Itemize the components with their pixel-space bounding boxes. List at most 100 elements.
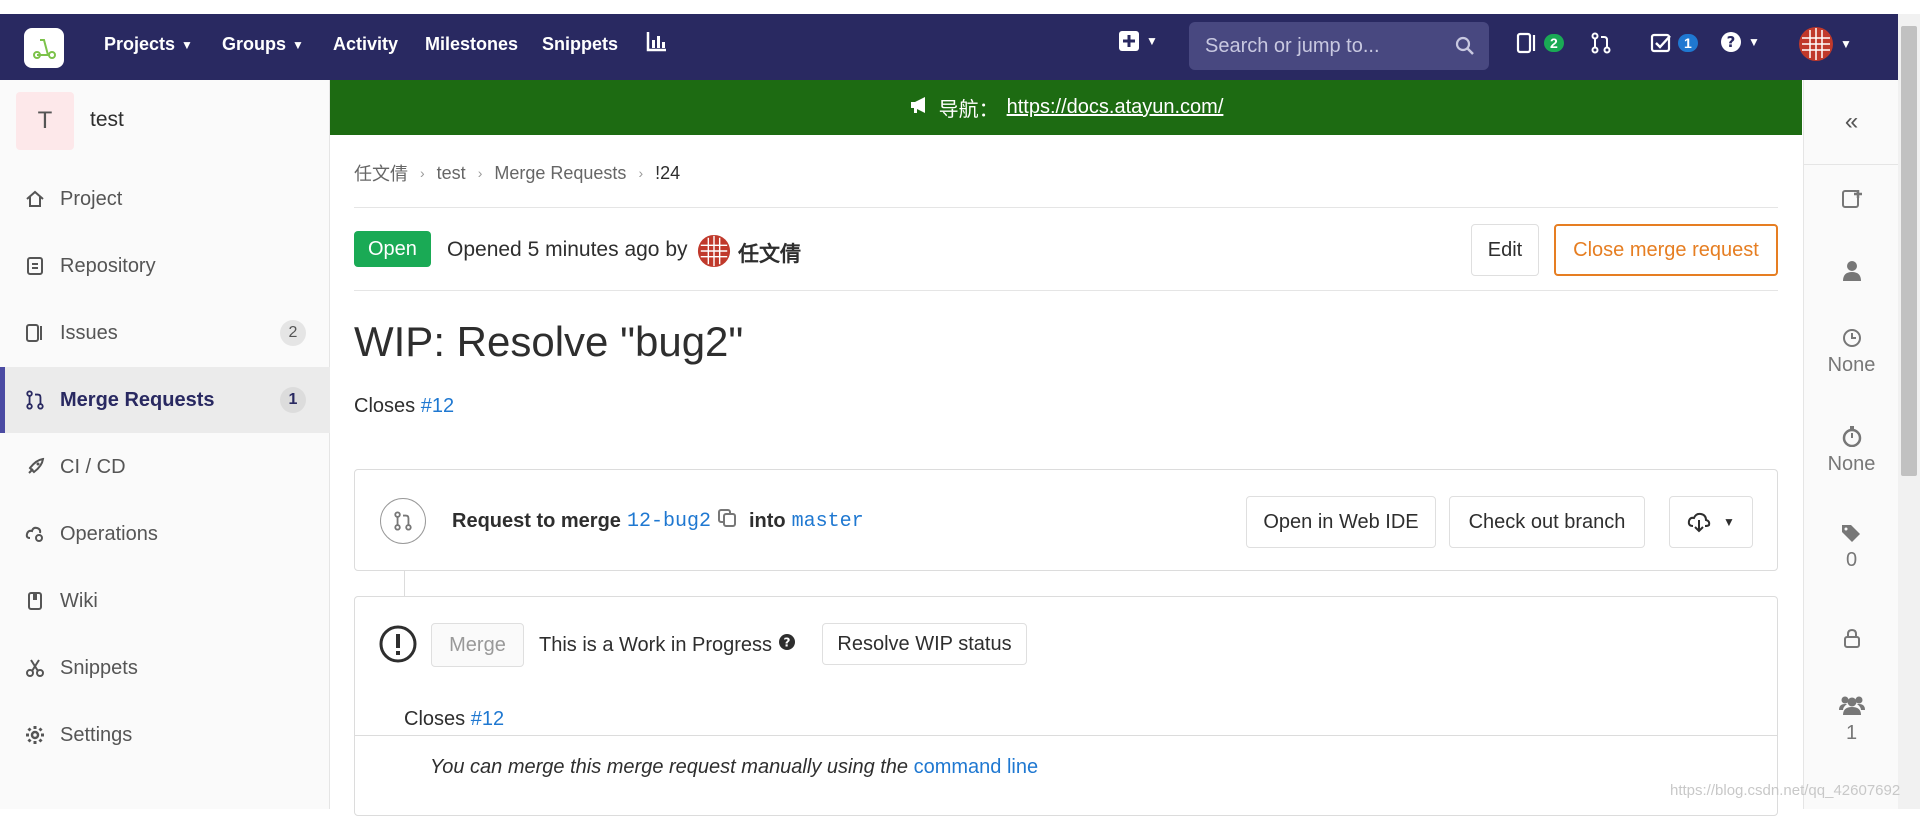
- merge-requests-shortcut[interactable]: [1590, 32, 1612, 54]
- todo-add-icon[interactable]: [1804, 188, 1899, 216]
- breadcrumb-project[interactable]: test: [437, 163, 466, 184]
- project-name[interactable]: test: [90, 108, 124, 132]
- author-avatar[interactable]: [697, 234, 731, 273]
- sidebar-item-label: Issues: [60, 321, 118, 344]
- chevron-down-icon: ▼: [1146, 34, 1158, 48]
- nav-snippets[interactable]: Snippets: [542, 34, 618, 55]
- breadcrumb: 任文倩 › test › Merge Requests › !24: [354, 160, 680, 186]
- stopwatch-icon: [1842, 426, 1861, 448]
- divider: [354, 290, 1778, 291]
- divider: [1804, 164, 1899, 165]
- todo-check-icon: [1650, 33, 1671, 53]
- source-branch[interactable]: 12-bug2: [627, 510, 711, 533]
- sidebar-item-operations[interactable]: Operations: [0, 501, 330, 567]
- closes-label: Closes: [354, 395, 416, 417]
- search-box[interactable]: [1189, 22, 1489, 70]
- nav-activity-label: Activity: [333, 34, 399, 54]
- open-in-web-ide-button[interactable]: Open in Web IDE: [1246, 496, 1436, 548]
- scooter-icon: [33, 39, 56, 59]
- todos-shortcut[interactable]: 1: [1650, 32, 1698, 54]
- page-scrollbar[interactable]: [1898, 14, 1920, 809]
- chevron-right-icon: ›: [420, 165, 425, 181]
- merge-branch-info: Request to merge 12-bug2 into master: [452, 508, 864, 534]
- into-label: into: [748, 509, 786, 532]
- analytics-icon[interactable]: [646, 30, 668, 52]
- author-name[interactable]: 任文倩: [738, 238, 801, 268]
- issues-count-badge: 2: [1544, 34, 1564, 52]
- widget-closes: Closes #12: [404, 708, 504, 731]
- time-tracking-value: None: [1827, 453, 1876, 475]
- milestone-sidebar[interactable]: None: [1804, 328, 1899, 377]
- merge-request-icon: [1591, 32, 1611, 54]
- chevron-right-icon: ›: [638, 165, 644, 181]
- close-merge-request-button[interactable]: Close merge request: [1554, 224, 1778, 276]
- command-line-link[interactable]: command line: [914, 756, 1039, 778]
- check-out-branch-button[interactable]: Check out branch: [1449, 496, 1645, 548]
- svg-text:?: ?: [1727, 33, 1736, 51]
- status-badge: Open: [354, 231, 431, 267]
- users-icon: [1838, 696, 1865, 715]
- sidebar-item-project[interactable]: Project: [0, 166, 330, 232]
- sidebar-item-label: CI / CD: [60, 455, 126, 478]
- book-icon: [24, 590, 46, 612]
- assignee-icon[interactable]: [1804, 260, 1899, 288]
- nav-milestones[interactable]: Milestones: [425, 34, 518, 55]
- copy-icon[interactable]: [717, 508, 737, 534]
- help-dropdown[interactable]: ? ▼: [1720, 31, 1760, 53]
- edit-button[interactable]: Edit: [1471, 224, 1539, 276]
- project-sidebar: T test Project Repository Issues 2 Merge…: [0, 80, 330, 809]
- lock-icon[interactable]: [1804, 628, 1899, 654]
- banner-link[interactable]: https://docs.atayun.com/: [1007, 96, 1224, 119]
- caret-down-icon: ▼: [1723, 515, 1735, 529]
- user-menu[interactable]: ▼: [1798, 26, 1852, 62]
- issues-shortcut[interactable]: 2: [1516, 32, 1564, 54]
- breadcrumb-merge-requests[interactable]: Merge Requests: [494, 163, 626, 184]
- project-avatar[interactable]: T: [16, 92, 74, 150]
- sidebar-item-label: Merge Requests: [60, 388, 215, 411]
- new-item-dropdown[interactable]: ▼: [1118, 30, 1158, 52]
- collapse-sidebar-icon[interactable]: «: [1804, 108, 1899, 136]
- divider: [355, 735, 1777, 736]
- nav-snippets-label: Snippets: [542, 34, 619, 54]
- target-branch[interactable]: master: [792, 510, 864, 533]
- question-circle-icon[interactable]: ?: [778, 633, 796, 657]
- sidebar-item-settings[interactable]: Settings: [0, 702, 330, 768]
- opened-text: Opened 5 minutes ago by: [447, 238, 688, 261]
- closes-label: Closes: [404, 708, 466, 730]
- merge-requests-count: 1: [280, 387, 306, 413]
- manual-merge-hint: You can merge this merge request manuall…: [430, 756, 1038, 779]
- breadcrumb-user[interactable]: 任文倩: [354, 160, 408, 186]
- sidebar-item-wiki[interactable]: Wiki: [0, 568, 330, 634]
- resolve-wip-status-button[interactable]: Resolve WIP status: [822, 623, 1027, 665]
- plus-square-icon: [1119, 31, 1139, 51]
- labels-sidebar[interactable]: 0: [1804, 523, 1899, 572]
- search-input[interactable]: [1203, 33, 1447, 59]
- banner-prefix: 导航：: [938, 99, 999, 121]
- nav-activity[interactable]: Activity: [333, 34, 398, 55]
- gitlab-logo[interactable]: [24, 28, 64, 68]
- issues-icon: [24, 322, 46, 344]
- breadcrumb-current[interactable]: !24: [655, 163, 680, 184]
- issue-link[interactable]: #12: [471, 708, 504, 730]
- chevron-down-icon: ▼: [292, 37, 304, 52]
- nav-projects-label: Projects: [104, 34, 176, 54]
- sidebar-item-issues[interactable]: Issues 2: [0, 300, 330, 366]
- participants-count: 1: [1845, 722, 1858, 744]
- doc-icon: [24, 255, 46, 277]
- download-dropdown-button[interactable]: ▼: [1669, 496, 1753, 548]
- top-navbar: Projects ▼ Groups ▼ Activity Milestones …: [0, 0, 1920, 80]
- sidebar-item-snippets[interactable]: Snippets: [0, 635, 330, 701]
- sidebar-item-label: Snippets: [60, 656, 138, 679]
- issue-link[interactable]: #12: [421, 395, 454, 417]
- nav-groups[interactable]: Groups ▼: [222, 34, 304, 55]
- scrollbar-thumb[interactable]: [1901, 26, 1917, 476]
- time-tracking-sidebar[interactable]: None: [1804, 425, 1899, 476]
- sidebar-item-merge-requests[interactable]: Merge Requests 1: [0, 367, 330, 433]
- cloud-download-icon: [1687, 512, 1711, 533]
- sidebar-item-repository[interactable]: Repository: [0, 233, 330, 299]
- sidebar-item-ci-cd[interactable]: CI / CD: [0, 434, 330, 500]
- merge-button[interactable]: Merge: [431, 623, 524, 667]
- participants-sidebar[interactable]: 1: [1804, 694, 1899, 745]
- nav-projects[interactable]: Projects ▼: [104, 34, 193, 55]
- gear-icon: [24, 724, 46, 746]
